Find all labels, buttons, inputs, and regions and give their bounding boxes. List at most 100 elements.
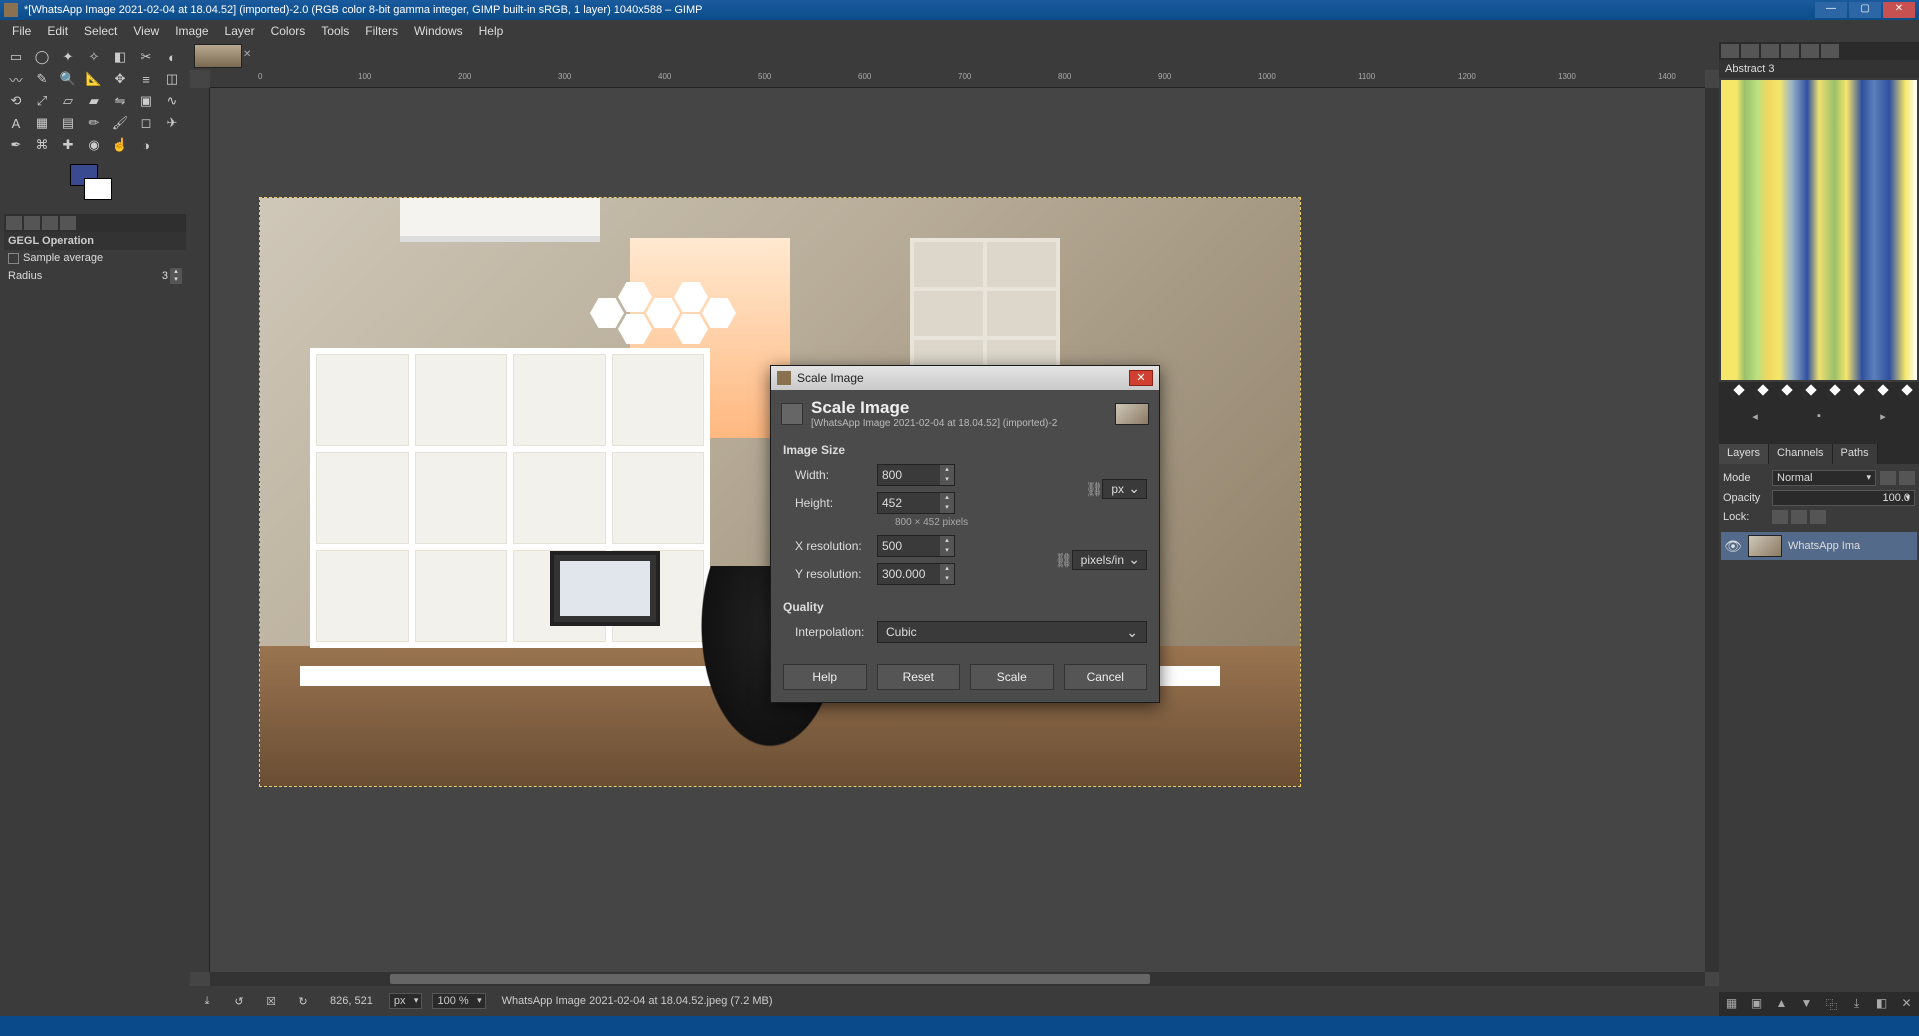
tool-align-icon[interactable]: ≡: [134, 68, 158, 90]
tool-clone-icon[interactable]: ⌘: [30, 134, 54, 156]
tool-perspective-icon[interactable]: ▰: [82, 90, 106, 112]
size-unit-select[interactable]: px: [1102, 479, 1147, 499]
gradient-prev-icon[interactable]: ◂: [1746, 410, 1764, 428]
tab-layers[interactable]: Layers: [1719, 444, 1769, 464]
menu-tools[interactable]: Tools: [313, 22, 357, 40]
horizontal-scrollbar[interactable]: [210, 972, 1705, 986]
tool-eraser-icon[interactable]: ◻: [134, 112, 158, 134]
dialog-close-button[interactable]: ✕: [1129, 370, 1153, 386]
tool-measure-icon[interactable]: 📐: [82, 68, 106, 90]
scale-button[interactable]: Scale: [970, 664, 1054, 690]
status-close-icon[interactable]: ☒: [260, 990, 282, 1012]
tool-paintbrush-icon[interactable]: 🖌: [108, 112, 132, 134]
image-tab[interactable]: ✕: [194, 44, 242, 68]
vertical-scrollbar[interactable]: [1705, 88, 1719, 972]
menu-layer[interactable]: Layer: [217, 22, 263, 40]
lock-alpha-icon[interactable]: [1810, 510, 1826, 524]
tab-channels[interactable]: Channels: [1769, 444, 1832, 464]
radius-arrows[interactable]: ▴▾: [170, 268, 182, 284]
menu-help[interactable]: Help: [471, 22, 512, 40]
height-spinner[interactable]: ▴▾: [877, 492, 955, 514]
tool-ellipse-select-icon[interactable]: ◯: [30, 46, 54, 68]
images-tab-icon[interactable]: [60, 216, 76, 230]
menu-windows[interactable]: Windows: [406, 22, 471, 40]
cancel-button[interactable]: Cancel: [1064, 664, 1148, 690]
tool-free-select-icon[interactable]: ✦: [56, 46, 80, 68]
width-up-icon[interactable]: ▴: [940, 465, 954, 475]
tool-by-color-icon[interactable]: ◧: [108, 46, 132, 68]
tool-flip-icon[interactable]: ⇋: [108, 90, 132, 112]
background-color-swatch[interactable]: [84, 178, 112, 200]
tool-paths-icon[interactable]: 〰: [4, 68, 28, 90]
window-close-button[interactable]: ✕: [1883, 2, 1915, 18]
tool-blur-icon[interactable]: ◉: [82, 134, 106, 156]
mode-select[interactable]: Normal: [1772, 470, 1876, 486]
layer-duplicate-icon[interactable]: ⿻: [1823, 996, 1841, 1012]
layer-visibility-icon[interactable]: 👁: [1724, 538, 1742, 555]
status-zoom-select[interactable]: 100 %: [432, 993, 485, 1009]
layer-up-icon[interactable]: ▲: [1773, 996, 1791, 1012]
tool-bucket-icon[interactable]: ▦: [30, 112, 54, 134]
menu-colors[interactable]: Colors: [263, 22, 314, 40]
res-chain-link-icon[interactable]: ⛓: [1056, 540, 1072, 580]
layer-new-icon[interactable]: ▦: [1723, 996, 1741, 1012]
tool-airbrush-icon[interactable]: ✈: [160, 112, 184, 134]
tool-text-icon[interactable]: A: [4, 112, 28, 134]
tool-smudge-icon[interactable]: ☝: [108, 134, 132, 156]
tool-scissors-icon[interactable]: ✂: [134, 46, 158, 68]
tool-heal-icon[interactable]: ✚: [56, 134, 80, 156]
tool-color-picker-icon[interactable]: ✎: [30, 68, 54, 90]
device-status-tab-icon[interactable]: [24, 216, 40, 230]
sample-average-checkbox[interactable]: [8, 253, 19, 264]
gradient-next-icon[interactable]: ▸: [1874, 410, 1892, 428]
gradients-tab-icon[interactable]: [1801, 44, 1819, 58]
patterns-tab-icon[interactable]: [1741, 44, 1759, 58]
tool-fuzzy-select-icon[interactable]: ✧: [82, 46, 106, 68]
radius-spinner[interactable]: Radius 3 ▴▾: [4, 266, 186, 286]
yres-input[interactable]: [878, 564, 940, 584]
layer-merge-icon[interactable]: ⤓: [1848, 996, 1866, 1012]
menu-view[interactable]: View: [125, 22, 167, 40]
layer-item[interactable]: 👁 WhatsApp Ima: [1721, 532, 1917, 560]
reset-button[interactable]: Reset: [877, 664, 961, 690]
gradient-add-icon[interactable]: ▪: [1810, 410, 1828, 428]
status-redo-icon[interactable]: ↻: [292, 990, 314, 1012]
windows-taskbar[interactable]: [0, 1016, 1919, 1036]
xres-input[interactable]: [878, 536, 940, 556]
lock-pixels-icon[interactable]: [1772, 510, 1788, 524]
height-up-icon[interactable]: ▴: [940, 493, 954, 503]
height-input[interactable]: [878, 493, 940, 513]
window-minimize-button[interactable]: —: [1815, 2, 1847, 18]
tool-gradient-icon[interactable]: ▤: [56, 112, 80, 134]
menu-file[interactable]: File: [4, 22, 39, 40]
help-button[interactable]: Help: [783, 664, 867, 690]
window-maximize-button[interactable]: ▢: [1849, 2, 1881, 18]
xres-up-icon[interactable]: ▴: [940, 536, 954, 546]
status-save-icon[interactable]: ⤓: [196, 990, 218, 1012]
sample-average-option[interactable]: Sample average: [4, 250, 186, 266]
tool-rect-select-icon[interactable]: ▭: [4, 46, 28, 68]
res-unit-select[interactable]: pixels/in: [1072, 550, 1147, 570]
layer-mask-icon[interactable]: ◧: [1873, 996, 1891, 1012]
interpolation-select[interactable]: Cubic: [877, 621, 1147, 643]
tab-paths[interactable]: Paths: [1833, 444, 1878, 464]
status-undo-icon[interactable]: ↺: [228, 990, 250, 1012]
tool-dodge-icon[interactable]: ◑: [134, 134, 158, 156]
width-input[interactable]: [878, 465, 940, 485]
tool-pencil-icon[interactable]: ✏: [82, 112, 106, 134]
tool-options-tab-icon[interactable]: [6, 216, 22, 230]
gradient-editor-preview[interactable]: [1721, 80, 1917, 380]
image-tab-close-icon[interactable]: ✕: [243, 49, 255, 61]
tool-scale-icon[interactable]: ⤢: [30, 90, 54, 112]
menu-select[interactable]: Select: [76, 22, 125, 40]
mode-swap-icon[interactable]: [1880, 471, 1896, 485]
gradient-markers[interactable]: [1719, 382, 1919, 394]
xres-spinner[interactable]: ▴▾: [877, 535, 955, 557]
layer-delete-icon[interactable]: ✕: [1898, 996, 1916, 1012]
tool-zoom-icon[interactable]: 🔍: [56, 68, 80, 90]
yres-spinner[interactable]: ▴▾: [877, 563, 955, 585]
lock-position-icon[interactable]: [1791, 510, 1807, 524]
layer-group-icon[interactable]: ▣: [1748, 996, 1766, 1012]
size-chain-link-icon[interactable]: ⛓: [1086, 469, 1102, 509]
palettes-tab-icon[interactable]: [1821, 44, 1839, 58]
